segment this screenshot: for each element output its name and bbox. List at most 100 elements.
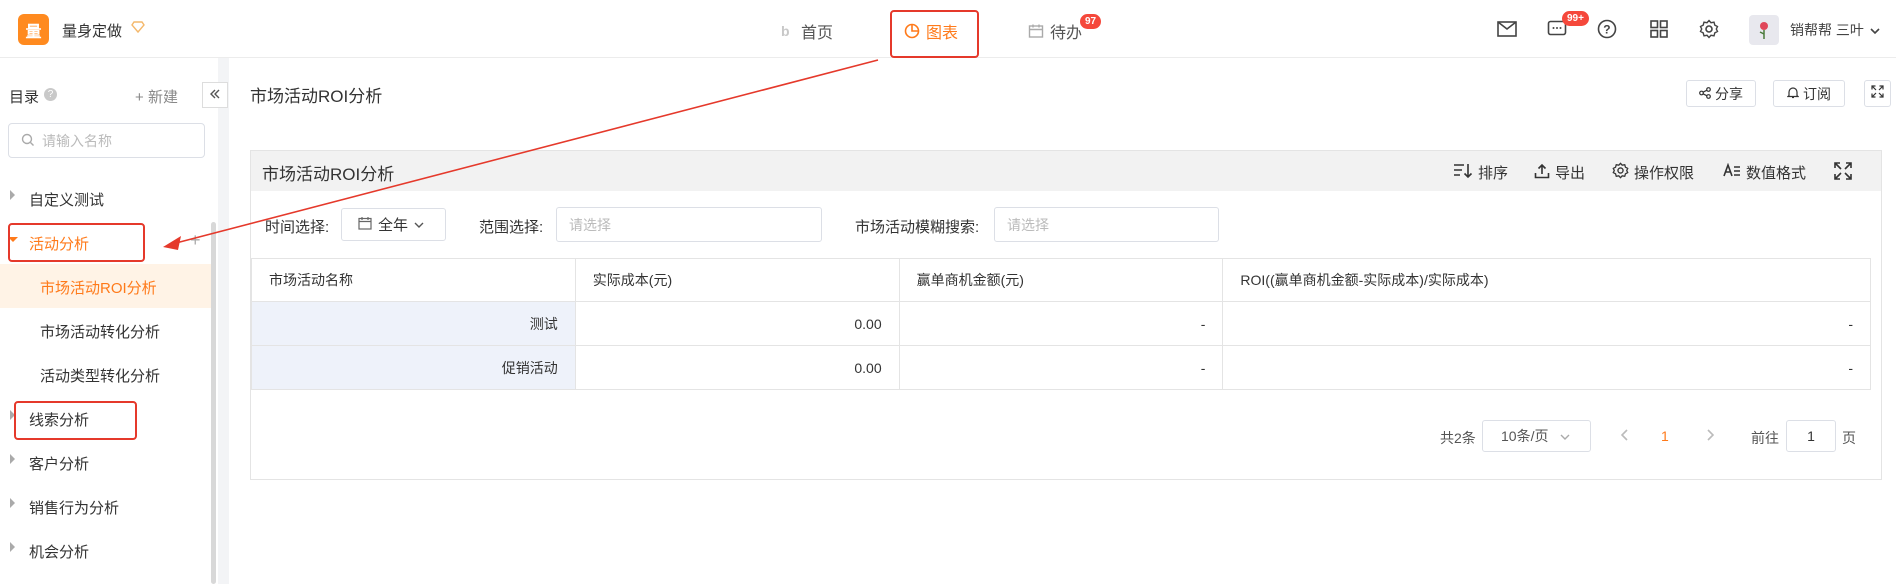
subscribe-button[interactable]: 订阅 — [1773, 80, 1845, 107]
app-logo[interactable]: 量 — [18, 14, 49, 45]
caret-right-icon[interactable] — [10, 498, 15, 508]
roi-table: 市场活动名称 实际成本(元) 赢单商机金额(元) ROI((赢单商机金额-实际成… — [251, 258, 1871, 390]
fullscreen-button[interactable] — [1864, 80, 1891, 107]
time-select[interactable]: 全年 — [341, 208, 446, 241]
table-row: 促销活动 0.00 - - — [251, 345, 1871, 390]
report-title: 市场活动ROI分析 — [262, 165, 395, 184]
apps-grid-icon[interactable] — [1648, 18, 1670, 40]
share-label: 分享 — [1715, 85, 1743, 102]
tree-item-label: 自定义测试 — [29, 192, 105, 209]
tree-item-label: 机会分析 — [29, 544, 90, 561]
todo-count-badge: 97 — [1080, 14, 1102, 29]
page-header — [229, 58, 1896, 120]
tree-item-label: 活动类型转化分析 — [40, 368, 161, 385]
range-select[interactable] — [556, 207, 822, 242]
help-circle-icon[interactable]: ? — [44, 88, 57, 101]
caret-right-icon[interactable] — [10, 454, 15, 464]
nav-home-label: 首页 — [801, 25, 834, 42]
next-page-icon[interactable] — [1706, 428, 1715, 444]
highlight-box-lead-analysis — [14, 401, 137, 440]
tree-item-label: 销售行为分析 — [29, 500, 120, 517]
share-button[interactable]: 分享 — [1686, 80, 1756, 107]
nav-todo[interactable]: 待办 — [1028, 19, 1082, 43]
tree-item-sales-behavior[interactable]: 销售行为分析 — [0, 484, 211, 528]
activity-search-input[interactable] — [995, 208, 1218, 241]
sidebar-scrollbar[interactable] — [211, 222, 216, 584]
search-icon — [21, 133, 35, 151]
plus-icon: + — [135, 89, 144, 106]
tree-item-roi-analysis[interactable]: 市场活动ROI分析 — [0, 264, 211, 308]
chevron-down-icon — [414, 216, 424, 233]
column-header[interactable]: 赢单商机金额(元) — [898, 258, 1224, 302]
new-item-button[interactable]: + 新建 — [135, 86, 178, 107]
user-avatar[interactable] — [1749, 15, 1779, 45]
range-filter-label: 范围选择: — [479, 219, 544, 236]
add-child-plus-icon[interactable]: + — [190, 230, 201, 251]
tree-item-label: 客户分析 — [29, 456, 90, 473]
svg-text:?: ? — [1603, 23, 1610, 37]
table-row: 测试 0.00 - - — [251, 301, 1871, 346]
prev-page-icon[interactable] — [1620, 428, 1629, 444]
table-cell: 0.00 — [574, 301, 900, 346]
number-format-label: 数值格式 — [1746, 165, 1807, 182]
caret-right-icon[interactable] — [10, 190, 15, 200]
range-select-input[interactable] — [557, 208, 821, 241]
table-cell: - — [1222, 301, 1871, 346]
time-filter-label: 时间选择: — [265, 219, 330, 236]
calendar-icon — [1028, 23, 1044, 39]
goto-label: 前往 — [1751, 430, 1779, 446]
bell-icon — [1786, 86, 1800, 102]
page-size-value: 10条/页 — [1501, 428, 1549, 444]
tree-item-label: 市场活动ROI分析 — [40, 280, 157, 297]
sort-button[interactable]: 排序 — [1453, 162, 1508, 183]
tree-item-conversion-analysis[interactable]: 市场活动转化分析 — [0, 308, 211, 352]
sort-label: 排序 — [1478, 165, 1509, 182]
page-size-select[interactable]: 10条/页 — [1482, 420, 1591, 452]
column-header[interactable]: ROI((赢单商机金额-实际成本)/实际成本) — [1222, 258, 1871, 302]
tree-item-opportunity-analysis[interactable]: 机会分析 — [0, 528, 211, 572]
settings-gear-icon[interactable] — [1698, 18, 1720, 40]
expand-arrows-icon — [1834, 162, 1852, 184]
goto-page-input[interactable] — [1787, 421, 1835, 451]
column-header[interactable]: 市场活动名称 — [251, 258, 576, 302]
table-cell: 0.00 — [574, 345, 900, 390]
caret-right-icon[interactable] — [10, 542, 15, 552]
sort-icon — [1453, 163, 1473, 183]
user-name-label: 销帮帮 三叶 — [1790, 22, 1864, 38]
table-cell: 促销活动 — [251, 345, 576, 390]
sidebar-title: 目录 — [9, 89, 40, 106]
mail-icon[interactable] — [1496, 18, 1518, 40]
double-chevron-left-icon — [209, 87, 221, 103]
number-format-button[interactable]: 数值格式 — [1723, 162, 1806, 183]
subscribe-label: 订阅 — [1803, 85, 1831, 102]
tree-item-custom-test[interactable]: 自定义测试 — [0, 176, 211, 220]
activity-search-label: 市场活动模糊搜索: — [855, 219, 980, 236]
export-label: 导出 — [1555, 165, 1586, 182]
table-cell: - — [898, 345, 1224, 390]
pagination-total: 共2条 — [1440, 430, 1476, 446]
tree-item-customer-analysis[interactable]: 客户分析 — [0, 440, 211, 484]
goto-page[interactable] — [1786, 420, 1836, 452]
permission-button[interactable]: 操作权限 — [1612, 162, 1694, 183]
message-count-badge: 99+ — [1562, 11, 1589, 26]
panel-fullscreen-button[interactable] — [1834, 162, 1852, 184]
share-icon — [1699, 86, 1711, 102]
page-title: 市场活动ROI分析 — [250, 87, 383, 106]
activity-search[interactable] — [994, 207, 1219, 242]
current-page-number[interactable]: 1 — [1661, 428, 1669, 444]
sidebar-search[interactable] — [8, 123, 205, 158]
tree-item-label: 市场活动转化分析 — [40, 324, 161, 341]
help-icon[interactable]: ? — [1596, 18, 1618, 40]
brand-name[interactable]: 量身定做 — [62, 20, 122, 41]
permission-label: 操作权限 — [1634, 165, 1695, 182]
table-cell: 测试 — [251, 301, 576, 346]
export-button[interactable]: 导出 — [1534, 162, 1585, 183]
collapse-sidebar-button[interactable] — [202, 82, 228, 108]
nav-home[interactable]: b 首页 — [779, 19, 833, 43]
highlight-box-charts-tab — [890, 10, 979, 58]
sidebar-search-input[interactable] — [42, 129, 192, 152]
user-menu[interactable]: 销帮帮 三叶 — [1790, 20, 1880, 40]
tree-item-type-conversion[interactable]: 活动类型转化分析 — [0, 352, 211, 396]
column-header[interactable]: 实际成本(元) — [574, 258, 900, 302]
upload-icon — [1534, 163, 1550, 183]
